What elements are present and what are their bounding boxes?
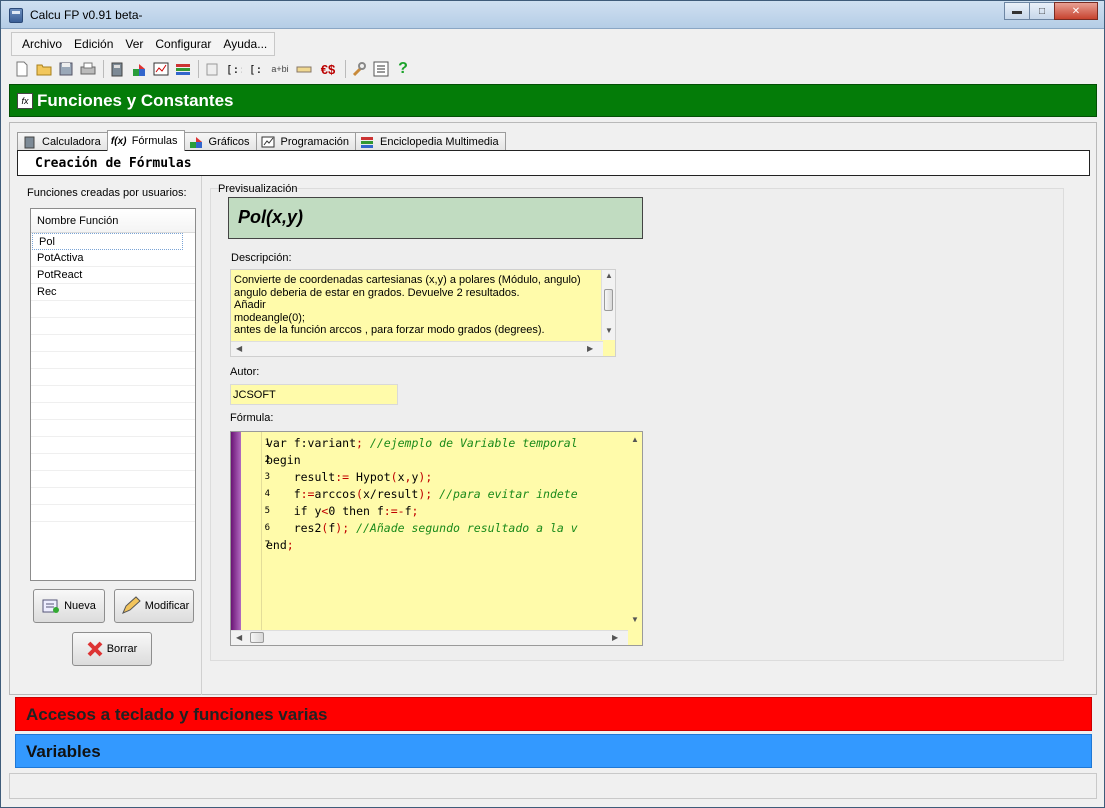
wrench-icon[interactable] [350,60,368,78]
print-icon[interactable] [79,60,97,78]
tab-calculadora[interactable]: Calculadora [17,132,108,151]
menu-ayuda[interactable]: Ayuda... [217,37,273,51]
svg-text:[::]: [::] [226,63,242,76]
vector-icon[interactable]: [:] [247,60,265,78]
modificar-label: Modificar [144,600,190,612]
currency-icon[interactable]: €$ [317,60,339,78]
open-folder-icon[interactable] [35,60,53,78]
ruler-icon[interactable] [295,60,313,78]
app-window: Calcu FP v0.91 beta- ▬ □ ✕ Archivo Edici… [0,0,1105,808]
function-icon: f(x) [110,135,127,147]
user-functions-title: Funciones creadas por usuarios: [27,187,187,199]
nueva-button[interactable]: Nueva [33,589,105,623]
list-item[interactable]: Pol [32,233,183,250]
author-label: Autor: [230,366,260,378]
list-item[interactable]: Rec [31,284,195,301]
code-hscroll[interactable]: ◀ ▶ [231,630,628,645]
modificar-button[interactable]: Modificar [114,589,194,623]
complex-icon[interactable]: a+bi [269,60,291,78]
toolbar: [::] [:] a+bi €$ ? [13,58,443,80]
code-vscroll[interactable]: ▲ ▼ [628,432,642,630]
code-line[interactable]: end; [266,537,626,554]
code-line[interactable]: var f:variant; //ejemplo de Variable tem… [266,435,626,452]
function-list[interactable]: Nombre Función Pol PotActiva PotReact Re… [30,208,196,581]
app-icon [9,8,23,23]
description-hscroll[interactable]: ◀ ▶ [231,341,603,356]
description-field[interactable]: Convierte de coordenadas cartesianas (x,… [230,269,616,357]
main-panel: Calculadora f(x) Fórmulas Gráficos Progr… [9,122,1097,695]
books-icon[interactable] [174,60,192,78]
preview-value: Pol(x,y) [238,207,304,227]
borrar-label: Borrar [106,643,138,655]
tab-enciclopedia[interactable]: Enciclopedia Multimedia [355,132,506,151]
formula-code-editor[interactable]: 1234567 var f:variant; //ejemplo de Vari… [230,431,643,646]
close-button[interactable]: ✕ [1054,2,1098,20]
code-line[interactable]: begin [266,452,626,469]
menu-ver[interactable]: Ver [119,37,149,51]
title-bar[interactable]: Calcu FP v0.91 beta- ▬ □ ✕ [1,1,1104,29]
section-funciones-header[interactable]: fx Funciones y Constantes [9,84,1097,117]
menu-bar: Archivo Edición Ver Configurar Ayuda... [11,32,275,56]
list-item[interactable]: PotActiva [31,250,195,267]
description-vscroll[interactable]: ▲ ▼ [601,270,615,340]
section-accesos-header[interactable]: Accesos a teclado y funciones varias [15,697,1092,731]
tab-enciclopedia-label: Enciclopedia Multimedia [380,136,499,148]
menu-configurar[interactable]: Configurar [149,37,217,51]
section-accesos-title: Accesos a teclado y funciones varias [26,705,328,724]
svg-text:[:]: [:] [249,63,263,76]
subheader-title: Creación de Fórmulas [35,156,192,171]
graph-icon [189,136,203,149]
code-line[interactable]: f:=arccos(x/result); //para evitar indet… [266,486,626,503]
pencil-icon [119,595,141,617]
calculator-icon [22,136,36,149]
author-field[interactable]: JCSOFT [230,384,398,405]
delete-x-icon [87,641,103,657]
menu-edicion[interactable]: Edición [68,37,119,51]
tab-programacion[interactable]: Programación [255,132,356,151]
books-icon [360,136,374,149]
description-label: Descripción: [231,252,292,264]
subheader: Creación de Fórmulas [17,150,1090,176]
tab-graficos[interactable]: Gráficos [183,132,257,151]
description-text[interactable]: Convierte de coordenadas cartesianas (x,… [234,274,599,337]
code-text[interactable]: var f:variant; //ejemplo de Variable tem… [266,435,626,554]
list-icon[interactable] [372,60,390,78]
clipboard-icon[interactable] [203,60,221,78]
tab-formulas[interactable]: f(x) Fórmulas [106,130,185,151]
tab-graficos-label: Gráficos [208,136,250,148]
tab-bar: Calculadora f(x) Fórmulas Gráficos Progr… [17,130,506,151]
section-funciones-title: Funciones y Constantes [37,91,234,110]
help-icon[interactable]: ? [394,60,412,78]
chart-icon [261,136,275,149]
tab-calculadora-label: Calculadora [42,136,101,148]
code-line[interactable]: result:= Hypot(x,y); [266,469,626,486]
preview-label: Previsualización [218,183,298,195]
nueva-label: Nueva [64,600,96,612]
tab-programacion-label: Programación [280,136,349,148]
line-number-gutter: 1234567 [241,432,270,630]
tab-formulas-label: Fórmulas [131,135,178,147]
matrix-icon[interactable]: [::] [225,60,243,78]
section-variables-header[interactable]: Variables [15,734,1092,768]
calculator-icon[interactable] [108,60,126,78]
formula-label: Fórmula: [230,412,274,424]
function-icon: fx [17,93,33,109]
menu-archivo[interactable]: Archivo [16,37,68,51]
new-file-icon[interactable] [13,60,31,78]
column-header-nombre[interactable]: Nombre Función [31,209,195,233]
code-line[interactable]: res2(f); //Añade segundo resultado a la … [266,520,626,537]
borrar-button[interactable]: Borrar [72,632,152,666]
maximize-button[interactable]: □ [1029,2,1055,20]
status-bar [9,773,1097,799]
minimize-button[interactable]: ▬ [1004,2,1030,20]
chart-icon[interactable] [152,60,170,78]
section-variables-title: Variables [26,742,101,761]
window-title: Calcu FP v0.91 beta- [30,8,143,22]
new-item-icon [42,598,60,614]
list-item[interactable]: PotReact [31,267,195,284]
save-icon[interactable] [57,60,75,78]
code-line[interactable]: if y<0 then f:=-f; [266,503,626,520]
formula-preview: Pol(x,y) [228,197,643,239]
graph-icon[interactable] [130,60,148,78]
